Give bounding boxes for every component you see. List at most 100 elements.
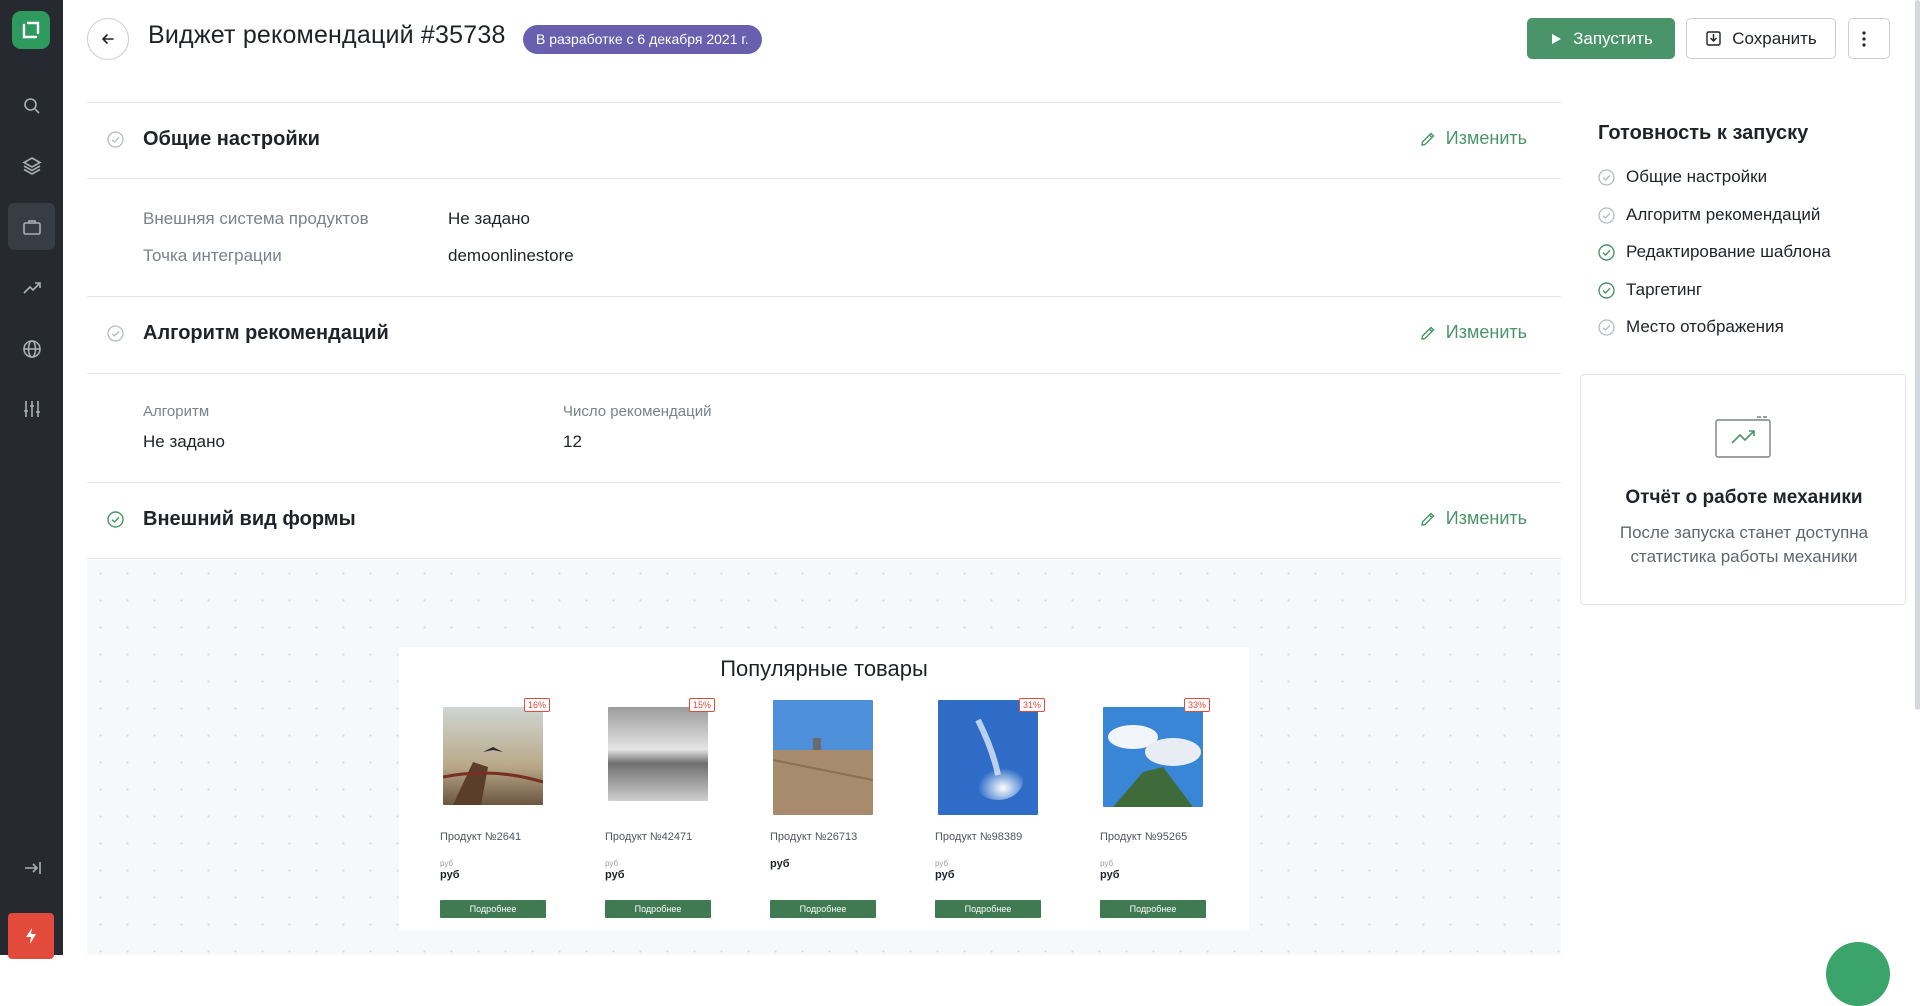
product-name: Продукт №42471 <box>605 831 693 843</box>
arrow-left-icon <box>101 34 114 44</box>
field-value: demoonlinestore <box>448 246 574 265</box>
edit-general-link[interactable]: Изменить <box>1420 128 1527 149</box>
product-price: руб <box>1100 869 1120 881</box>
check-circle-done-icon <box>1598 281 1615 299</box>
pencil-icon <box>1420 512 1435 526</box>
section-general-header: Общие настройки Изменить <box>87 103 1561 177</box>
back-button[interactable] <box>87 18 129 60</box>
readiness-item[interactable]: Редактирование шаблона <box>1598 242 1831 262</box>
widget-preview: Популярные товары 16% Продукт №2641 руб … <box>399 647 1249 930</box>
product-price: руб <box>605 869 625 881</box>
trending-up-icon[interactable] <box>8 264 55 311</box>
run-button[interactable]: Запустить <box>1527 18 1675 59</box>
product-image: 15% <box>605 697 716 815</box>
edit-appearance-link[interactable]: Изменить <box>1420 508 1527 529</box>
save-button-label: Сохранить <box>1732 28 1817 48</box>
divider <box>87 178 1561 179</box>
readiness-item-label: Алгоритм рекомендаций <box>1626 205 1821 224</box>
check-circle-icon <box>107 131 124 148</box>
field-value: Не задано <box>448 209 530 228</box>
product-image: 33% <box>1100 697 1211 815</box>
section-algorithm-header: Алгоритм рекомендаций Изменить <box>87 297 1561 371</box>
product-price: руб <box>440 869 460 881</box>
readiness-item-label: Место отображения <box>1626 317 1784 336</box>
readiness-item[interactable]: Таргетинг <box>1598 280 1702 300</box>
field-label: Число рекомендаций <box>563 403 712 420</box>
sliders-icon[interactable] <box>8 385 55 432</box>
field-label: Точка интеграции <box>143 246 282 265</box>
pencil-icon <box>1420 326 1435 340</box>
readiness-item[interactable]: Общие настройки <box>1598 167 1767 187</box>
product-name: Продукт №2641 <box>440 831 522 843</box>
readiness-item[interactable]: Алгоритм рекомендаций <box>1598 205 1820 225</box>
section-appearance-header: Внешний вид формы Изменить <box>87 483 1561 557</box>
product-details-button[interactable]: Подробнее <box>440 900 546 918</box>
product-details-button[interactable]: Подробнее <box>605 900 711 918</box>
lightning-icon[interactable] <box>8 913 54 959</box>
discount-badge: 16% <box>524 698 551 712</box>
product-card: Продукт №26713 руб Подробнее <box>770 697 890 927</box>
check-circle-icon <box>1598 168 1615 186</box>
briefcase-icon[interactable] <box>8 203 55 250</box>
logout-icon[interactable] <box>8 844 55 891</box>
divider <box>87 373 1561 374</box>
run-button-label: Запустить <box>1573 28 1653 48</box>
readiness-item[interactable]: Место отображения <box>1598 317 1784 337</box>
report-description: После запуска станет доступна статистика… <box>1619 523 1869 566</box>
product-name: Продукт №26713 <box>770 831 858 843</box>
divider <box>87 558 1561 559</box>
report-title: Отчёт о работе механики <box>1625 487 1863 508</box>
discount-badge: 15% <box>689 698 716 712</box>
edit-label: Изменить <box>1445 322 1527 342</box>
status-badge: В разработке с 6 декабря 2021 г. <box>523 25 762 54</box>
readiness-item-label: Общие настройки <box>1626 167 1768 186</box>
product-name: Продукт №98389 <box>935 831 1023 843</box>
sidebar <box>0 0 63 959</box>
product-image <box>770 697 874 815</box>
field-label: Алгоритм <box>143 403 210 420</box>
edit-label: Изменить <box>1445 508 1527 528</box>
edit-label: Изменить <box>1445 128 1527 148</box>
pencil-icon <box>1420 132 1435 146</box>
product-old-price: руб <box>440 859 454 868</box>
page-scrollbar[interactable] <box>1915 0 1920 710</box>
check-circle-done-icon <box>1598 243 1615 261</box>
check-circle-icon <box>107 325 124 342</box>
section-title: Алгоритм рекомендаций <box>143 322 389 344</box>
field-label: Внешняя система продуктов <box>143 209 369 228</box>
check-circle-icon <box>107 511 124 528</box>
product-image: 31% <box>935 697 1046 815</box>
product-price: руб <box>935 869 955 881</box>
product-price: руб <box>770 858 790 870</box>
field-value: 12 <box>563 432 582 451</box>
product-card: 16% Продукт №2641 руб руб Подробнее <box>440 697 560 927</box>
product-card: 15% Продукт №42471 руб руб Подробнее <box>605 697 725 927</box>
app-logo[interactable] <box>12 11 50 49</box>
report-chart-icon <box>1715 416 1771 458</box>
more-options-button[interactable] <box>1848 18 1890 59</box>
product-old-price: руб <box>1100 859 1114 868</box>
section-title: Общие настройки <box>143 128 320 150</box>
product-details-button[interactable]: Подробнее <box>1100 900 1206 918</box>
section-title: Внешний вид формы <box>143 508 356 530</box>
product-card: 33% Продукт №95265 руб руб Подробнее <box>1100 697 1220 927</box>
product-details-button[interactable]: Подробнее <box>770 900 876 918</box>
product-name: Продукт №95265 <box>1100 831 1188 843</box>
save-icon <box>1706 31 1721 46</box>
field-value: Не задано <box>143 432 225 451</box>
page-title: Виджет рекомендаций #35738 <box>148 21 506 49</box>
globe-icon[interactable] <box>8 325 55 372</box>
discount-badge: 33% <box>1184 698 1211 712</box>
discount-badge: 31% <box>1019 698 1046 712</box>
product-details-button[interactable]: Подробнее <box>935 900 1041 918</box>
layers-icon[interactable] <box>8 142 55 189</box>
check-circle-icon <box>1598 318 1615 336</box>
play-icon <box>1552 33 1562 44</box>
search-icon[interactable] <box>8 82 55 129</box>
more-vertical-icon <box>1862 30 1866 47</box>
chat-button[interactable] <box>1826 942 1890 1006</box>
report-card: Отчёт о работе механики После запуска ст… <box>1580 374 1906 605</box>
readiness-item-label: Редактирование шаблона <box>1626 242 1831 261</box>
edit-algorithm-link[interactable]: Изменить <box>1420 322 1527 343</box>
save-button[interactable]: Сохранить <box>1686 18 1836 59</box>
